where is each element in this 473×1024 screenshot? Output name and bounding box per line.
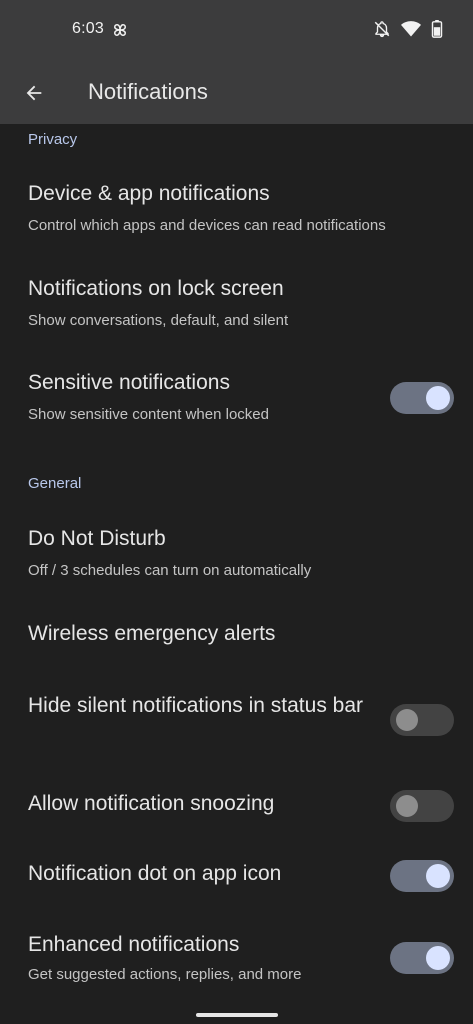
pref-title: Device & app notifications xyxy=(28,182,270,205)
section-header-general: General xyxy=(28,475,82,492)
status-bar: 6:03 xyxy=(0,0,473,62)
pref-subtitle: Get suggested actions, replies, and more xyxy=(28,966,302,983)
pref-title: Sensitive notifications xyxy=(28,371,230,394)
notification-dot-toggle[interactable] xyxy=(390,860,454,892)
notifications-off-icon xyxy=(374,21,390,38)
pref-sensitive-notifications[interactable]: Sensitive notifications Show sensitive c… xyxy=(0,359,473,435)
status-time: 6:03 xyxy=(72,20,104,37)
pref-do-not-disturb[interactable]: Do Not Disturb Off / 3 schedules can tur… xyxy=(0,514,473,590)
settings-list[interactable]: Privacy Device & app notifications Contr… xyxy=(0,124,473,1024)
pref-wireless-emergency-alerts[interactable]: Wireless emergency alerts xyxy=(0,608,473,664)
pref-subtitle: Show conversations, default, and silent xyxy=(28,312,289,329)
toggle-thumb xyxy=(426,864,450,888)
pref-notification-dot[interactable]: Notification dot on app icon xyxy=(0,852,473,902)
toggle-thumb xyxy=(426,946,450,970)
pref-device-app-notifications[interactable]: Device & app notifications Control which… xyxy=(0,170,473,246)
battery-icon xyxy=(431,20,443,38)
hide-silent-notifications-toggle[interactable] xyxy=(390,704,454,736)
page-title: Notifications xyxy=(88,79,208,104)
pref-allow-notification-snoozing[interactable]: Allow notification snoozing xyxy=(0,782,473,832)
pref-subtitle: Off / 3 schedules can turn on automatica… xyxy=(28,562,312,579)
notification-snoozing-toggle[interactable] xyxy=(390,790,454,822)
home-indicator[interactable] xyxy=(196,1013,278,1017)
pref-subtitle: Control which apps and devices can read … xyxy=(28,217,386,234)
pref-title: Hide silent notifications in status bar xyxy=(28,694,364,717)
pref-title: Notifications on lock screen xyxy=(28,277,284,300)
enhanced-notifications-toggle[interactable] xyxy=(390,942,454,974)
pref-title: Notification dot on app icon xyxy=(28,862,282,885)
pref-notifications-lock-screen[interactable]: Notifications on lock screen Show conver… xyxy=(0,264,473,340)
notifications-settings-screen: 6:03 Notifications Privacy Device & app … xyxy=(0,0,473,1024)
back-button[interactable] xyxy=(14,73,54,113)
fan-icon xyxy=(113,23,127,37)
toggle-thumb xyxy=(396,795,418,817)
pref-subtitle: Show sensitive content when locked xyxy=(28,406,269,423)
pref-hide-silent-notifications[interactable]: Hide silent notifications in status bar xyxy=(0,684,473,760)
toggle-thumb xyxy=(396,709,418,731)
pref-title: Enhanced notifications xyxy=(28,933,240,956)
app-bar: Notifications xyxy=(0,62,473,124)
back-arrow-icon xyxy=(26,85,42,101)
pref-title: Do Not Disturb xyxy=(28,527,166,550)
wifi-icon xyxy=(401,21,421,37)
pref-title: Allow notification snoozing xyxy=(28,792,275,815)
section-header-privacy: Privacy xyxy=(28,131,78,148)
status-icons xyxy=(373,20,443,38)
toggle-thumb xyxy=(426,386,450,410)
sensitive-notifications-toggle[interactable] xyxy=(390,382,454,414)
pref-title: Wireless emergency alerts xyxy=(28,622,276,645)
pref-enhanced-notifications[interactable]: Enhanced notifications Get suggested act… xyxy=(0,924,473,1000)
